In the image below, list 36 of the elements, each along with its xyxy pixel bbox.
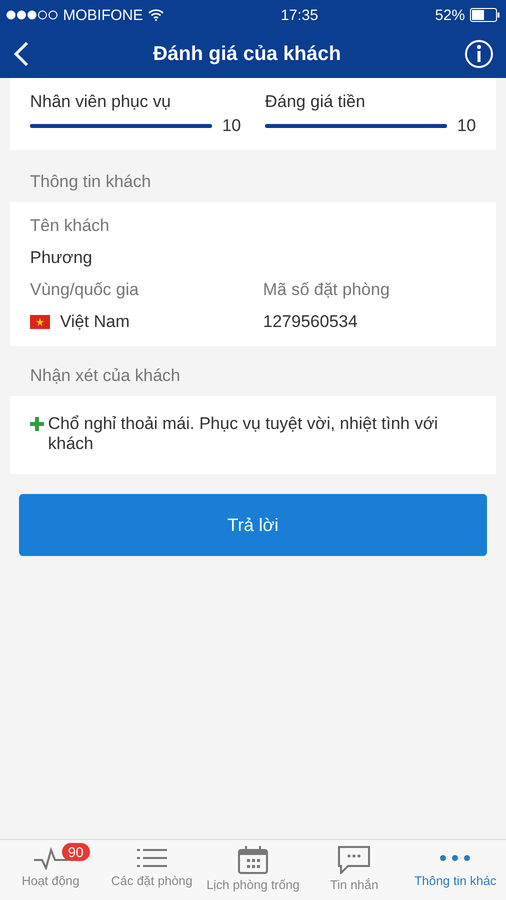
more-icon — [440, 855, 470, 861]
rating-score: 10 — [222, 116, 241, 136]
country-value: Việt Nam — [60, 312, 130, 332]
battery-percent: 52% — [434, 6, 465, 24]
rating-label: Đáng giá tiền — [265, 92, 366, 112]
page-title: Đánh giá của khách — [153, 42, 341, 66]
plus-icon — [30, 417, 44, 431]
back-button[interactable] — [12, 41, 30, 67]
review-comment: Chổ nghỉ thoải mái. Phục vụ tuyệt vời, nhiệt tình với khách — [48, 414, 439, 454]
info-button[interactable] — [464, 39, 494, 69]
flag-icon — [30, 315, 50, 329]
booking-number: 1279560534 — [263, 312, 359, 332]
tab-item[interactable]: Tin nhắn — [304, 840, 405, 900]
field-label: Tên khách — [30, 216, 110, 236]
wifi-icon — [148, 9, 164, 21]
pulse-icon — [34, 846, 68, 870]
field-label: Mã số đặt phòng — [263, 280, 391, 300]
calendar-icon — [238, 846, 268, 874]
list-icon — [136, 846, 167, 870]
guest-name: Phương — [30, 248, 94, 268]
field-label: Vùng/quốc gia — [30, 280, 140, 300]
section-heading: Nhận xét của khách — [29, 365, 182, 387]
section-heading: Thông tin khách — [29, 171, 152, 193]
chat-icon — [338, 846, 370, 874]
signal-icon — [6, 10, 58, 20]
reply-button[interactable]: Trả lời — [19, 494, 487, 556]
tab-item[interactable]: Các đặt phòng — [101, 840, 202, 900]
clock-time: 17:35 — [280, 6, 318, 24]
rating-score: 10 — [457, 116, 476, 136]
tab-item[interactable]: Lịch phòng trống — [202, 840, 304, 900]
carrier-name: MOBIFONE — [63, 6, 144, 24]
tab-item[interactable]: Hoạt động 90 — [0, 840, 102, 900]
battery-icon — [470, 8, 500, 22]
rating-label: Nhân viên phục vụ — [30, 92, 172, 112]
tab-item[interactable]: Thông tin khác — [404, 840, 506, 900]
notification-badge: 90 — [62, 843, 90, 861]
